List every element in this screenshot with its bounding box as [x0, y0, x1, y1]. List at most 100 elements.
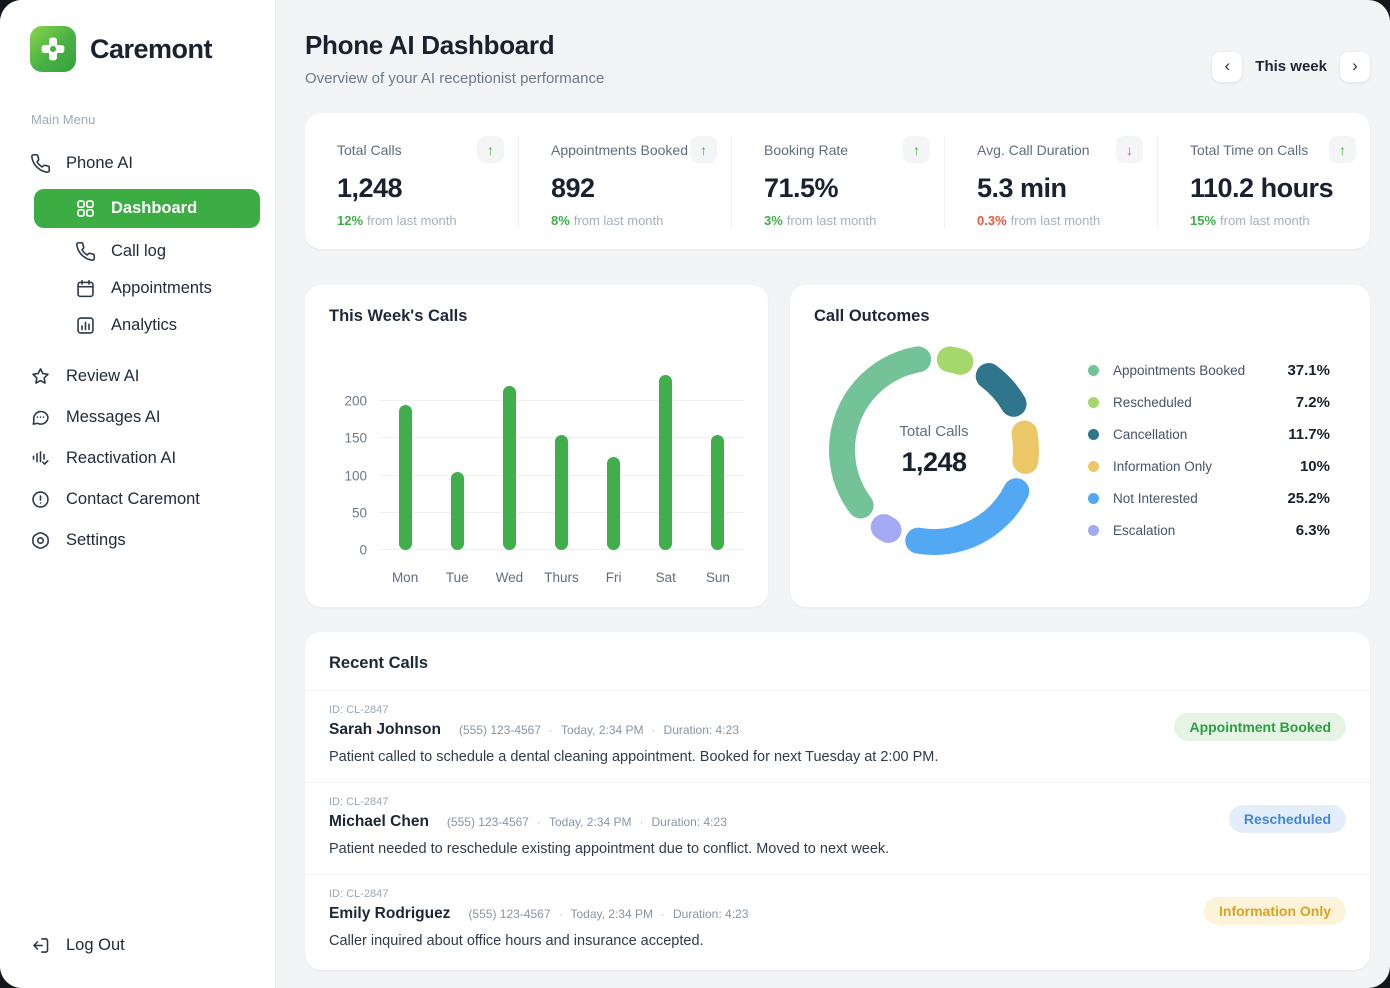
bar-sun — [711, 434, 725, 550]
logout-label: Log Out — [66, 936, 125, 954]
alert-circle-icon — [32, 491, 49, 508]
sidebar-item-phone-ai[interactable]: Phone AI — [0, 143, 275, 184]
star-icon — [32, 368, 49, 384]
phone-icon — [76, 241, 96, 261]
caremont-logo-icon — [30, 26, 76, 72]
call-description: Patient called to schedule a dental clea… — [329, 749, 939, 765]
legend-label: Not Interested — [1113, 490, 1198, 506]
sidebar-item-label: Analytics — [111, 316, 178, 334]
legend-value: 6.3% — [1295, 521, 1330, 539]
legend-row-appointments-booked: Appointments Booked 37.1% — [1088, 362, 1330, 379]
prev-week-button[interactable]: ‹ — [1212, 51, 1243, 82]
call-row[interactable]: ID: CL-2847 Sarah Johnson (555) 123-4567… — [305, 690, 1370, 782]
sidebar-section-label: Main Menu — [31, 112, 96, 127]
sidebar-item-analytics[interactable]: Analytics — [0, 307, 275, 344]
recent-calls-list: ID: CL-2847 Sarah Johnson (555) 123-4567… — [305, 690, 1370, 966]
sidebar-item-call-log[interactable]: Call log — [0, 233, 275, 270]
call-description: Patient needed to reschedule existing ap… — [329, 841, 890, 857]
legend-label: Appointments Booked — [1113, 362, 1246, 378]
stat-value: 71.5% — [764, 173, 839, 203]
caller-name: Michael Chen — [329, 813, 429, 830]
stat-label: Total Time on Calls — [1190, 141, 1309, 158]
call-meta: (555) 123-4567 · Today, 2:34 PM · Durati… — [458, 723, 739, 737]
stat-label: Booking Rate — [764, 141, 849, 158]
gear-icon — [32, 532, 49, 549]
sidebar-item-reactivation-ai[interactable]: Reactivation AI — [0, 438, 275, 479]
stat-label: Total Calls — [337, 141, 402, 158]
sidebar-item-label: Reactivation AI — [66, 449, 177, 467]
caller-name: Sarah Johnson — [329, 721, 441, 738]
call-meta: (555) 123-4567 · Today, 2:34 PM · Durati… — [446, 815, 727, 829]
main-menu: Phone AI Dashboard Call log Appointments… — [0, 143, 275, 561]
sidebar-item-messages-ai[interactable]: Messages AI — [0, 397, 275, 438]
x-tick-label: Mon — [391, 570, 419, 585]
period-label: This week — [1255, 58, 1327, 75]
sidebar-item-settings[interactable]: Settings — [0, 520, 275, 561]
grid-icon — [77, 200, 94, 217]
legend-dot-icon — [1088, 524, 1099, 536]
call-time: Today, 2:34 PM — [570, 907, 654, 921]
stat-label: Appointments Booked — [551, 141, 688, 158]
call-duration: Duration: 4:23 — [651, 815, 727, 829]
stat-delta: 15% from last month — [1190, 213, 1310, 228]
stat-total-time-on-calls: Total Time on Calls ↑ 110.2 hours 15% from… — [1157, 136, 1370, 228]
y-tick-label: 200 — [344, 393, 367, 409]
legend-row-not-interested: Not Interested 25.2% — [1088, 490, 1330, 507]
status-badge: Appointment Booked — [1174, 713, 1346, 741]
legend-value: 10% — [1299, 457, 1330, 475]
page-header: Phone AI Dashboard Overview of your AI r… — [305, 30, 1370, 87]
stat-delta: 3% from last month — [764, 213, 877, 228]
donut-legend: Appointments Booked 37.1% Rescheduled 7.2% C… — [1088, 362, 1330, 539]
call-id: ID: CL-2847 — [329, 796, 389, 808]
sidebar-item-label: Contact Caremont — [66, 490, 200, 508]
weekly-calls-card: This Week's Calls 0 50 100 150 200 Mon Tue Wed… — [305, 285, 768, 607]
legend-value: 7.2% — [1295, 393, 1330, 411]
calendar-icon — [77, 279, 94, 298]
stat-value: 110.2 hours — [1190, 173, 1334, 203]
bar-thurs — [554, 434, 568, 550]
legend-dot-icon — [1088, 364, 1099, 376]
stat-avg-call-duration: Avg. Call Duration ↓ 5.3 min 0.3% from las… — [944, 136, 1157, 228]
bar-wed — [502, 386, 516, 550]
call-row[interactable]: ID: CL-2847 Emily Rodriguez (555) 123-45… — [305, 874, 1370, 966]
call-duration: Duration: 4:23 — [673, 907, 749, 921]
waveform-icon — [32, 451, 49, 465]
call-row[interactable]: ID: CL-2847 Michael Chen (555) 123-4567 … — [305, 782, 1370, 874]
x-tick-label: Fri — [605, 570, 622, 585]
stat-delta: 8% from last month — [551, 213, 664, 228]
sidebar-item-label: Phone AI — [66, 154, 133, 172]
stat-value: 892 — [551, 173, 595, 203]
recent-calls-title: Recent Calls — [329, 654, 429, 672]
call-duration: Duration: 4:23 — [663, 723, 739, 737]
brand-name: Caremont — [90, 33, 213, 64]
x-tick-label: Wed — [495, 570, 524, 585]
legend-label: Escalation — [1113, 522, 1176, 538]
status-badge: Information Only — [1204, 897, 1346, 925]
stat-booking-rate: Booking Rate ↑ 71.5% 3% from last month — [731, 136, 944, 228]
call-description: Caller inquired about office hours and i… — [329, 933, 704, 949]
legend-row-cancellation: Cancellation 11.7% — [1088, 426, 1330, 443]
next-week-button[interactable]: › — [1340, 51, 1370, 82]
sidebar-item-appointments[interactable]: Appointments — [0, 270, 275, 307]
stat-delta: 0.3% from last month — [977, 213, 1101, 228]
sidebar-item-review-ai[interactable]: Review AI — [0, 356, 275, 397]
call-meta: (555) 123-4567 · Today, 2:34 PM · Durati… — [468, 907, 749, 921]
caller-name: Emily Rodriguez — [329, 905, 451, 922]
donut-center-value: 1,248 — [901, 446, 967, 477]
call-outcomes-card: Call Outcomes Total Calls 1,248 Appointm… — [790, 285, 1370, 607]
bar-tue — [450, 471, 464, 550]
recent-calls-card: Recent Calls ID: CL-2847 Sarah Johnson (… — [305, 632, 1370, 970]
trend-up-icon: ↑ — [690, 136, 717, 163]
caller-phone: (555) 123-4567 — [458, 723, 542, 737]
app-window: Caremont Main Menu Phone AI Dashboard Ca… — [0, 0, 1390, 988]
sidebar-item-label: Settings — [66, 531, 126, 549]
stat-value: 5.3 min — [977, 173, 1067, 203]
sidebar-item-contact-caremont[interactable]: Contact Caremont — [0, 479, 275, 520]
sidebar: Caremont Main Menu Phone AI Dashboard Ca… — [0, 0, 276, 988]
x-tick-label: Thurs — [544, 570, 579, 585]
phone-icon — [31, 153, 51, 173]
logout-button[interactable]: Log Out — [0, 925, 275, 966]
charts-row: This Week's Calls 0 50 100 150 200 Mon Tue Wed… — [305, 285, 1370, 607]
page-title: Phone AI Dashboard — [305, 30, 555, 60]
sidebar-item-dashboard[interactable]: Dashboard — [34, 189, 260, 228]
